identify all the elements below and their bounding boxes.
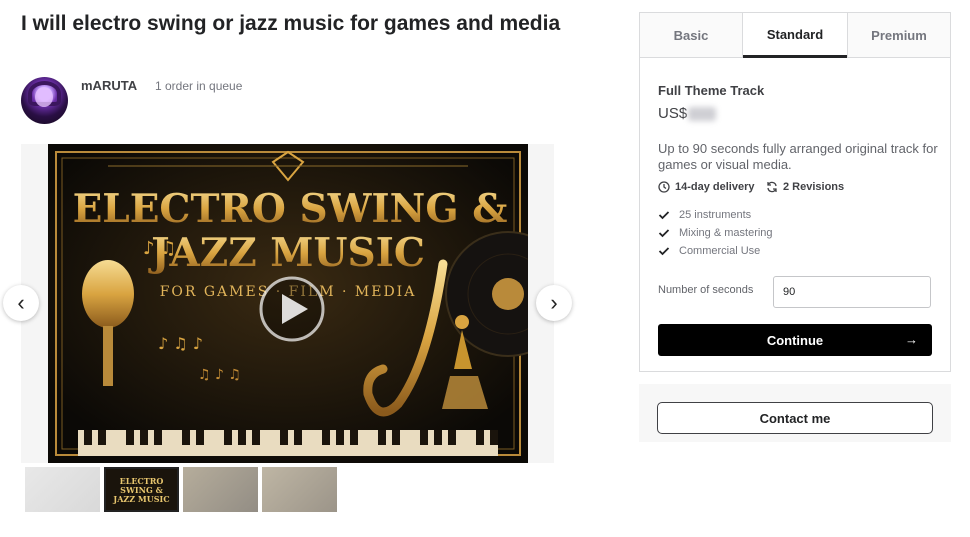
seconds-input[interactable]: [773, 276, 931, 308]
check-icon: [658, 229, 670, 238]
feature-item: 25 instruments: [658, 206, 938, 224]
package-description: Up to 90 seconds fully arranged original…: [658, 141, 938, 172]
avatar[interactable]: [21, 77, 68, 124]
thumbnail[interactable]: [262, 467, 337, 512]
seller-info: mARUTA 1 order in queue: [21, 76, 561, 124]
package-features: 25 instruments Mixing & mastering Commer…: [658, 206, 938, 260]
svg-text:♫ ♪ ♫: ♫ ♪ ♫: [198, 367, 241, 383]
thumbnail-selected[interactable]: ELECTRO SWING & JAZZ MUSIC: [104, 467, 179, 512]
check-icon: [658, 247, 670, 256]
feature-item: Commercial Use: [658, 242, 938, 260]
refresh-icon: [767, 181, 777, 193]
thumbnail[interactable]: [183, 467, 258, 512]
contact-section: Contact me: [639, 384, 951, 442]
play-icon[interactable]: [259, 276, 325, 342]
quantity-label: Number of seconds: [658, 284, 754, 296]
thumbnail-label: ELECTRO SWING & JAZZ MUSIC: [113, 476, 170, 504]
gallery-thumbnails: ELECTRO SWING & JAZZ MUSIC: [25, 467, 345, 512]
package-meta: 14-day delivery 2 Revisions: [658, 181, 938, 197]
package-title: Full Theme Track: [658, 83, 765, 98]
image-headline-line2: JAZZ MUSIC: [148, 230, 425, 276]
check-icon: [658, 211, 670, 220]
tab-basic[interactable]: Basic: [640, 13, 743, 57]
delivery-info: 14-day delivery: [658, 181, 755, 193]
image-headline-line1: ELECTRO SWING &: [73, 186, 508, 232]
chevron-left-icon[interactable]: ‹: [3, 285, 39, 321]
chevron-right-icon[interactable]: ›: [536, 285, 572, 321]
seller-name[interactable]: mARUTA: [81, 78, 137, 93]
price-value-blurred: [688, 107, 717, 122]
feature-item: Mixing & mastering: [658, 224, 938, 242]
revisions-info: 2 Revisions: [766, 181, 844, 193]
gallery-main-image[interactable]: ♪ ♫ ♪ ♫ ♪ ♫ ♪ ♫ ELECTRO SWING & JAZZ MUS…: [48, 144, 528, 463]
svg-text:♪ ♫ ♪: ♪ ♫ ♪: [158, 334, 203, 353]
package-card: Basic Standard Premium Full Theme Track …: [639, 12, 951, 372]
package-price: US$: [658, 105, 717, 122]
contact-button[interactable]: Contact me: [657, 402, 933, 434]
clock-icon: [658, 181, 670, 193]
tab-standard[interactable]: Standard: [743, 13, 847, 58]
arrow-right-icon: →: [905, 332, 918, 347]
thumbnail[interactable]: [25, 467, 100, 512]
gig-gallery: ♪ ♫ ♪ ♫ ♪ ♫ ♪ ♫ ELECTRO SWING & JAZZ MUS…: [21, 144, 554, 463]
package-tabs: Basic Standard Premium: [640, 13, 950, 58]
tab-premium[interactable]: Premium: [847, 13, 950, 57]
queue-status: 1 order in queue: [155, 79, 243, 93]
gig-title: I will electro swing or jazz music for g…: [21, 12, 561, 35]
continue-button[interactable]: Continue →: [658, 324, 932, 356]
